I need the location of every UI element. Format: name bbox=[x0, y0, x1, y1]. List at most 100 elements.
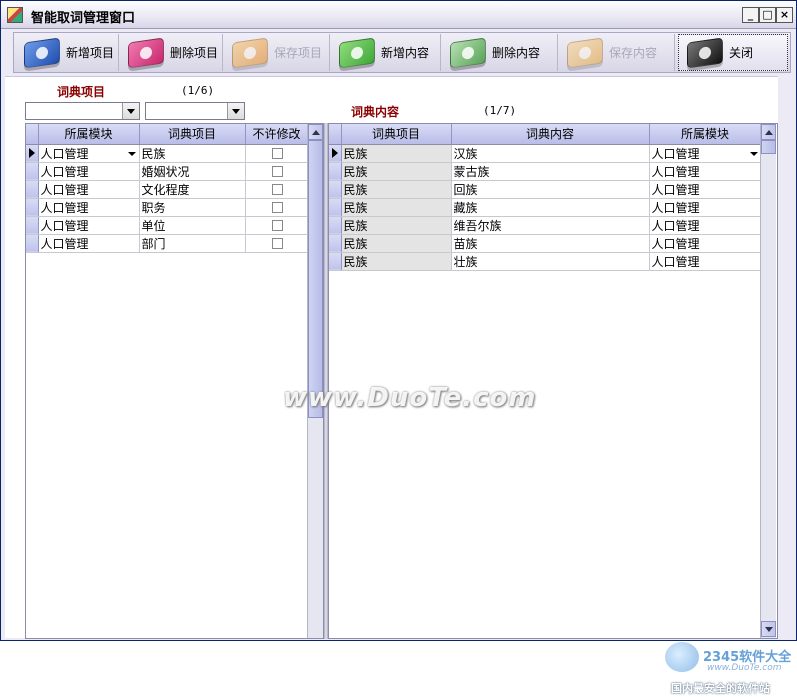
table-row[interactable]: 人口管理 单位 bbox=[26, 216, 309, 235]
add-item-button[interactable]: 新增项目 bbox=[16, 34, 119, 71]
table-cell[interactable]: 文化程度 bbox=[139, 180, 246, 199]
chevron-down-icon[interactable] bbox=[122, 103, 139, 119]
table-cell[interactable]: 蒙古族 bbox=[451, 162, 650, 181]
table-cell[interactable]: 维吾尔族 bbox=[451, 216, 650, 235]
table-cell[interactable]: 人口管理 bbox=[649, 144, 762, 163]
row-indicator[interactable] bbox=[329, 162, 342, 181]
table-cell[interactable]: 人口管理 bbox=[649, 198, 762, 217]
table-cell[interactable]: 民族 bbox=[341, 216, 452, 235]
row-indicator[interactable] bbox=[26, 180, 39, 199]
table-cell[interactable]: 壮族 bbox=[451, 252, 650, 271]
row-indicator[interactable] bbox=[26, 162, 39, 181]
table-row[interactable]: 人口管理 部门 bbox=[26, 234, 309, 253]
table-cell[interactable]: 回族 bbox=[451, 180, 650, 199]
scroll-thumb[interactable] bbox=[761, 140, 776, 154]
no-edit-checkbox-cell[interactable] bbox=[245, 144, 309, 163]
table-row[interactable]: 民族 藏族 人口管理 bbox=[329, 198, 762, 217]
no-edit-checkbox[interactable] bbox=[272, 202, 283, 213]
table-cell[interactable]: 人口管理 bbox=[649, 234, 762, 253]
save-item-button[interactable]: 保存项目 bbox=[224, 34, 330, 71]
row-indicator[interactable] bbox=[329, 252, 342, 271]
table-cell[interactable]: 人口管理 bbox=[38, 198, 140, 217]
column-header[interactable]: 所属模块 bbox=[38, 124, 140, 145]
column-header[interactable]: 不许修改 bbox=[245, 124, 309, 145]
table-cell[interactable]: 人口管理 bbox=[649, 252, 762, 271]
scroll-down-icon[interactable] bbox=[761, 621, 776, 637]
row-indicator[interactable] bbox=[329, 234, 342, 253]
close-window-button[interactable]: × bbox=[776, 7, 793, 23]
table-cell[interactable]: 苗族 bbox=[451, 234, 650, 253]
table-row[interactable]: 人口管理 婚姻状况 bbox=[26, 162, 309, 181]
table-cell[interactable]: 部门 bbox=[139, 234, 246, 253]
table-row[interactable]: 民族 汉族 人口管理 bbox=[329, 144, 762, 163]
table-cell[interactable]: 民族 bbox=[341, 234, 452, 253]
no-edit-checkbox-cell[interactable] bbox=[245, 198, 309, 217]
table-cell[interactable]: 民族 bbox=[139, 144, 246, 163]
column-header[interactable]: 词典项目 bbox=[341, 124, 452, 145]
table-cell[interactable]: 民族 bbox=[341, 144, 452, 163]
table-cell[interactable]: 婚姻状况 bbox=[139, 162, 246, 181]
no-edit-checkbox-cell[interactable] bbox=[245, 180, 309, 199]
table-cell[interactable]: 人口管理 bbox=[38, 234, 140, 253]
delete-item-button[interactable]: 删除项目 bbox=[120, 34, 223, 71]
no-edit-checkbox-cell[interactable] bbox=[245, 234, 309, 253]
scroll-thumb[interactable] bbox=[308, 140, 323, 418]
table-cell[interactable]: 人口管理 bbox=[649, 180, 762, 199]
table-cell[interactable]: 人口管理 bbox=[38, 180, 140, 199]
add-content-button[interactable]: 新增内容 bbox=[331, 34, 441, 71]
row-indicator[interactable] bbox=[26, 234, 39, 253]
chevron-down-icon[interactable] bbox=[127, 151, 136, 156]
table-cell[interactable]: 人口管理 bbox=[38, 216, 140, 235]
table-cell[interactable]: 藏族 bbox=[451, 198, 650, 217]
no-edit-checkbox[interactable] bbox=[272, 238, 283, 249]
table-row[interactable]: 民族 苗族 人口管理 bbox=[329, 234, 762, 253]
table-row[interactable]: 民族 壮族 人口管理 bbox=[329, 252, 762, 271]
minimize-button[interactable]: _ bbox=[742, 7, 759, 23]
row-indicator[interactable] bbox=[26, 198, 39, 217]
no-edit-checkbox-cell[interactable] bbox=[245, 162, 309, 181]
scroll-up-icon[interactable] bbox=[308, 124, 323, 140]
table-row[interactable]: 民族 回族 人口管理 bbox=[329, 180, 762, 199]
table-row[interactable]: 人口管理 文化程度 bbox=[26, 180, 309, 199]
close-button[interactable]: 关闭 bbox=[678, 34, 788, 71]
row-indicator[interactable] bbox=[329, 216, 342, 235]
table-row[interactable]: 人口管理 职务 bbox=[26, 198, 309, 217]
table-cell[interactable]: 职务 bbox=[139, 198, 246, 217]
column-header[interactable]: 词典项目 bbox=[139, 124, 246, 145]
table-cell[interactable]: 民族 bbox=[341, 162, 452, 181]
row-indicator[interactable] bbox=[26, 216, 39, 235]
table-row[interactable]: 民族 蒙古族 人口管理 bbox=[329, 162, 762, 181]
current-row-indicator[interactable] bbox=[329, 144, 342, 163]
delete-content-button[interactable]: 删除内容 bbox=[442, 34, 558, 71]
table-row[interactable]: 民族 维吾尔族 人口管理 bbox=[329, 216, 762, 235]
chevron-down-icon[interactable] bbox=[227, 103, 244, 119]
item-filter-dropdown[interactable] bbox=[145, 102, 245, 120]
scroll-up-icon[interactable] bbox=[761, 124, 776, 140]
table-cell[interactable]: 民族 bbox=[341, 252, 452, 271]
left-grid-scrollbar[interactable] bbox=[307, 124, 323, 638]
chevron-down-icon[interactable] bbox=[749, 151, 758, 156]
current-row-indicator[interactable] bbox=[26, 144, 39, 163]
table-cell[interactable]: 人口管理 bbox=[649, 216, 762, 235]
table-cell[interactable]: 人口管理 bbox=[649, 162, 762, 181]
module-filter-dropdown[interactable] bbox=[25, 102, 140, 120]
table-cell[interactable]: 人口管理 bbox=[38, 162, 140, 181]
table-cell[interactable]: 人口管理 bbox=[38, 144, 140, 163]
no-edit-checkbox[interactable] bbox=[272, 148, 283, 159]
save-content-button[interactable]: 保存内容 bbox=[559, 34, 675, 71]
table-cell[interactable]: 民族 bbox=[341, 198, 452, 217]
no-edit-checkbox[interactable] bbox=[272, 166, 283, 177]
no-edit-checkbox[interactable] bbox=[272, 220, 283, 231]
table-cell[interactable]: 汉族 bbox=[451, 144, 650, 163]
maximize-button[interactable]: □ bbox=[759, 7, 776, 23]
row-indicator[interactable] bbox=[329, 180, 342, 199]
no-edit-checkbox-cell[interactable] bbox=[245, 216, 309, 235]
no-edit-checkbox[interactable] bbox=[272, 184, 283, 195]
table-cell[interactable]: 民族 bbox=[341, 180, 452, 199]
table-cell[interactable]: 单位 bbox=[139, 216, 246, 235]
row-indicator[interactable] bbox=[329, 198, 342, 217]
right-grid-scrollbar[interactable] bbox=[760, 124, 776, 638]
table-row[interactable]: 人口管理 民族 bbox=[26, 144, 309, 163]
column-header[interactable]: 所属模块 bbox=[649, 124, 762, 145]
column-header[interactable]: 词典内容 bbox=[451, 124, 650, 145]
